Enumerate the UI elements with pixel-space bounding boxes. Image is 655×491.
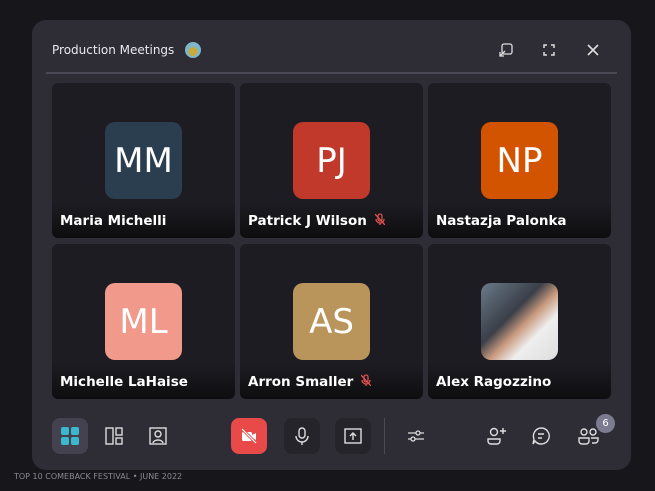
window-title: Production Meetings — [52, 43, 175, 57]
participant-tile[interactable]: MM Maria Michelli — [52, 83, 235, 238]
participant-tile[interactable]: NP Nastazja Palonka — [428, 83, 611, 238]
participant-name-bar: Maria Michelli — [52, 202, 235, 238]
speaker-view-button[interactable] — [140, 418, 176, 454]
participant-avatar: PJ — [293, 122, 370, 199]
participant-name-bar: Alex Ragozzino — [428, 363, 611, 399]
muted-mic-icon — [360, 374, 372, 399]
footer-caption: TOP 10 COMEBACK FESTIVAL • JUNE 2022 — [14, 472, 183, 481]
participant-name-bar: Michelle LaHaise — [52, 363, 235, 399]
muted-mic-icon — [374, 213, 386, 238]
participant-avatar: ML — [105, 283, 182, 360]
add-participant-button[interactable] — [479, 418, 515, 454]
participant-name-bar: Patrick J Wilson — [240, 202, 423, 238]
participant-name: Michelle LaHaise — [60, 374, 188, 390]
participant-name: Alex Ragozzino — [436, 374, 552, 390]
microphone-button[interactable] — [284, 418, 320, 454]
participant-count-badge: 6 — [596, 414, 615, 433]
popout-icon[interactable] — [496, 40, 516, 60]
close-icon[interactable] — [583, 40, 603, 60]
camera-off-button[interactable] — [231, 418, 267, 454]
participant-name: Arron Smaller — [248, 374, 354, 390]
chat-button[interactable] — [523, 418, 559, 454]
header-divider — [46, 72, 617, 74]
participant-tile[interactable]: PJ Patrick J Wilson — [240, 83, 423, 238]
participant-tile[interactable]: AS Arron Smaller — [240, 244, 423, 399]
participant-name-bar: Nastazja Palonka — [428, 202, 611, 238]
participant-tile[interactable]: ML Michelle LaHaise — [52, 244, 235, 399]
toolbar-divider — [384, 418, 385, 454]
participant-photo — [481, 283, 558, 360]
share-screen-button[interactable] — [335, 418, 371, 454]
participant-name: Patrick J Wilson — [248, 213, 367, 229]
meeting-logo-icon — [185, 42, 201, 58]
participant-tile[interactable]: Alex Ragozzino — [428, 244, 611, 399]
meeting-window: Production Meetings MM Maria Michelli PJ Pa… — [32, 20, 631, 470]
grid-view-button[interactable] — [52, 418, 88, 454]
participant-name: Nastazja Palonka — [436, 213, 567, 229]
settings-sliders-button[interactable] — [398, 418, 434, 454]
fullscreen-icon[interactable] — [539, 40, 559, 60]
participant-avatar: AS — [293, 283, 370, 360]
participant-avatar: MM — [105, 122, 182, 199]
participant-name: Maria Michelli — [60, 213, 167, 229]
sidebar-view-button[interactable] — [96, 418, 132, 454]
participant-avatar: NP — [481, 122, 558, 199]
participant-name-bar: Arron Smaller — [240, 363, 423, 399]
